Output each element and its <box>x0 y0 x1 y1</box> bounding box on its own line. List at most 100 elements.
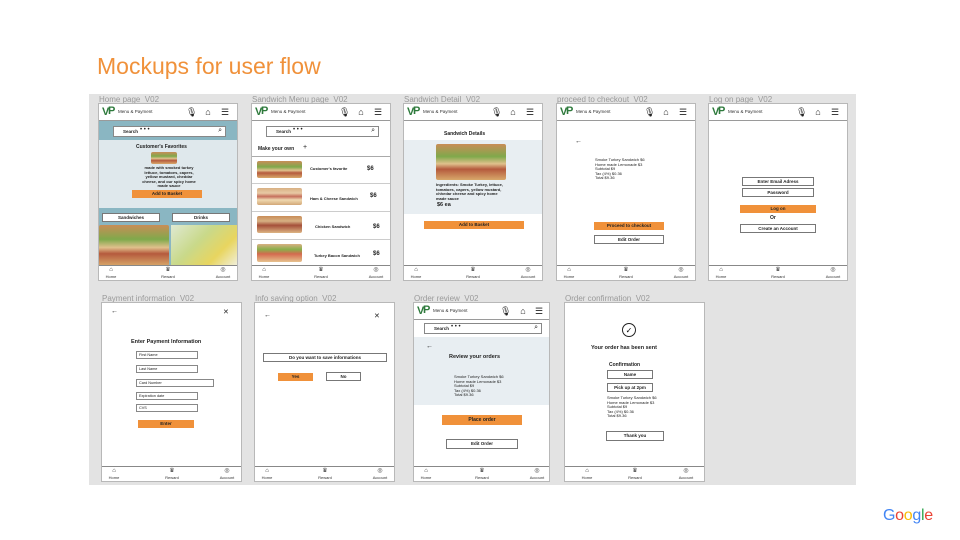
menu-icon[interactable]: ☰ <box>830 107 840 117</box>
add-to-basket-button[interactable]: Add to Basket <box>424 221 524 229</box>
nav-reward-label: Reward <box>314 274 328 279</box>
back-arrow-icon[interactable]: ← <box>575 138 582 145</box>
nav-home-label: Home <box>563 274 575 279</box>
menu-icon[interactable]: ☰ <box>220 107 230 117</box>
nav-account[interactable]: ◎ Account <box>675 468 697 480</box>
nav-account[interactable]: ◎ Account <box>365 267 387 279</box>
proceed-to-checkout-button[interactable]: Proceed to checkout <box>594 222 664 230</box>
back-arrow-icon[interactable]: ← <box>426 343 433 350</box>
nav-account[interactable]: ◎ Account <box>670 267 692 279</box>
nav-home[interactable]: ⌂ Home <box>576 468 598 480</box>
mic-icon[interactable]: 🎙 <box>491 107 502 117</box>
search-input[interactable]: Search • • • ⌕ <box>113 126 226 137</box>
nav-reward[interactable]: ♛ Reward <box>615 267 637 279</box>
expiration-date-field[interactable]: Expiration date <box>136 392 198 400</box>
mic-icon[interactable]: 🎙 <box>644 107 655 117</box>
enter-button[interactable]: Enter <box>138 420 194 428</box>
nav-account[interactable]: ◎ Account <box>526 468 548 480</box>
order-summary: Smoke Turkey Sandwich $6 Home made Lemon… <box>454 374 504 398</box>
vp-logo: VP <box>102 105 116 118</box>
nav-home[interactable]: ⌂ Home <box>415 468 437 480</box>
basket-icon[interactable]: ⌂ <box>518 306 528 316</box>
make-your-own-label[interactable]: Make your own <box>258 146 294 152</box>
close-icon[interactable]: ✕ <box>223 308 229 316</box>
menu-item-name[interactable]: Chicken Sandwich <box>315 224 350 230</box>
nav-account-label: Account <box>678 475 694 480</box>
nav-reward[interactable]: ♛ Reward <box>314 468 336 480</box>
nav-account[interactable]: ◎ Account <box>212 267 234 279</box>
search-icon[interactable]: ⌕ <box>371 127 375 135</box>
favorites-title: Customer's Favorites <box>136 144 187 150</box>
email-field[interactable]: Enter Email Adress <box>742 177 814 186</box>
divider <box>252 239 390 240</box>
password-field[interactable]: Password <box>742 188 814 197</box>
nav-account[interactable]: ◎ Account <box>369 468 391 480</box>
menu-item-image[interactable] <box>257 188 302 205</box>
nav-home[interactable]: ⌂ Home <box>100 267 122 279</box>
nav-reward[interactable]: ♛ Reward <box>471 468 493 480</box>
nav-home[interactable]: ⌂ Home <box>256 468 278 480</box>
search-icon[interactable]: ⌕ <box>534 324 538 332</box>
menu-item-name[interactable]: Ham & Cheese Sandwich <box>310 196 358 202</box>
search-label: Search <box>123 129 139 134</box>
menu-icon[interactable]: ☰ <box>534 306 544 316</box>
nav-home[interactable]: ⌂ Home <box>405 267 427 279</box>
mic-icon[interactable]: 🎙 <box>796 107 807 117</box>
card-number-field[interactable]: Card Number <box>136 379 214 387</box>
first-name-field[interactable]: First Name <box>136 351 198 359</box>
menu-item-image[interactable] <box>257 244 302 262</box>
nav-reward[interactable]: ♛ Reward <box>767 267 789 279</box>
nav-home[interactable]: ⌂ Home <box>558 267 580 279</box>
header-title: Menu & Payment <box>118 109 153 114</box>
mic-icon[interactable]: 🎙 <box>500 306 511 316</box>
back-arrow-icon[interactable]: ← <box>264 312 271 319</box>
nav-reward[interactable]: ♛ Reward <box>157 267 179 279</box>
search-input[interactable]: Search • • • ⌕ <box>424 323 542 334</box>
menu-icon[interactable]: ☰ <box>373 107 383 117</box>
account-icon: ◎ <box>373 267 379 273</box>
log-on-button[interactable]: Log on <box>740 205 816 213</box>
nav-home[interactable]: ⌂ Home <box>710 267 732 279</box>
edit-order-button[interactable]: Edit Order <box>446 439 518 449</box>
last-name-field[interactable]: Last Name <box>136 365 198 373</box>
nav-reward[interactable]: ♛ Reward <box>161 468 183 480</box>
nav-account[interactable]: ◎ Account <box>216 468 238 480</box>
basket-icon[interactable]: ⌂ <box>661 107 671 117</box>
menu-item-image[interactable] <box>257 216 302 233</box>
search-input[interactable]: Search • • • ⌕ <box>266 126 379 137</box>
basket-icon[interactable]: ⌂ <box>203 107 213 117</box>
menu-item-image[interactable] <box>257 161 302 178</box>
edit-order-button[interactable]: Edit Order <box>594 235 664 244</box>
menu-icon[interactable]: ☰ <box>525 107 535 117</box>
nav-reward[interactable]: ♛ Reward <box>310 267 332 279</box>
nav-home[interactable]: ⌂ Home <box>103 468 125 480</box>
yes-button[interactable]: Yes <box>278 373 313 381</box>
mic-icon[interactable]: 🎙 <box>186 107 197 117</box>
screen-logon: VP Menu & Payment 🎙 ⌂ ☰ Enter Email Adre… <box>708 103 848 281</box>
no-button[interactable]: No <box>326 372 361 381</box>
nav-account[interactable]: ◎ Account <box>517 267 539 279</box>
basket-icon[interactable]: ⌂ <box>356 107 366 117</box>
cvs-field[interactable]: CVS <box>136 404 198 412</box>
create-account-button[interactable]: Create an Account <box>740 224 816 233</box>
menu-item-name[interactable]: Turkey Bacon Sandwich <box>314 253 360 259</box>
plus-icon[interactable]: + <box>303 144 307 151</box>
back-arrow-icon[interactable]: ← <box>111 308 118 315</box>
search-icon[interactable]: ⌕ <box>218 127 222 135</box>
menu-item-name[interactable]: Customer's favorite <box>310 166 347 172</box>
close-icon[interactable]: ✕ <box>374 312 380 320</box>
mic-icon[interactable]: 🎙 <box>339 107 350 117</box>
basket-icon[interactable]: ⌂ <box>508 107 518 117</box>
tab-sandwiches[interactable]: Sandwiches <box>102 213 160 222</box>
thank-you-button[interactable]: Thank you <box>606 431 664 441</box>
nav-account[interactable]: ◎ Account <box>822 267 844 279</box>
menu-icon[interactable]: ☰ <box>678 107 688 117</box>
add-to-basket-button[interactable]: Add to Basket <box>132 190 202 198</box>
basket-icon[interactable]: ⌂ <box>813 107 823 117</box>
pickup-time-field: Pick up at 2pm <box>607 383 653 392</box>
nav-reward[interactable]: ♛ Reward <box>624 468 646 480</box>
tab-drinks[interactable]: Drinks <box>172 213 230 222</box>
nav-reward[interactable]: ♛ Reward <box>462 267 484 279</box>
place-order-button[interactable]: Place order <box>442 415 522 425</box>
nav-home[interactable]: ⌂ Home <box>253 267 275 279</box>
